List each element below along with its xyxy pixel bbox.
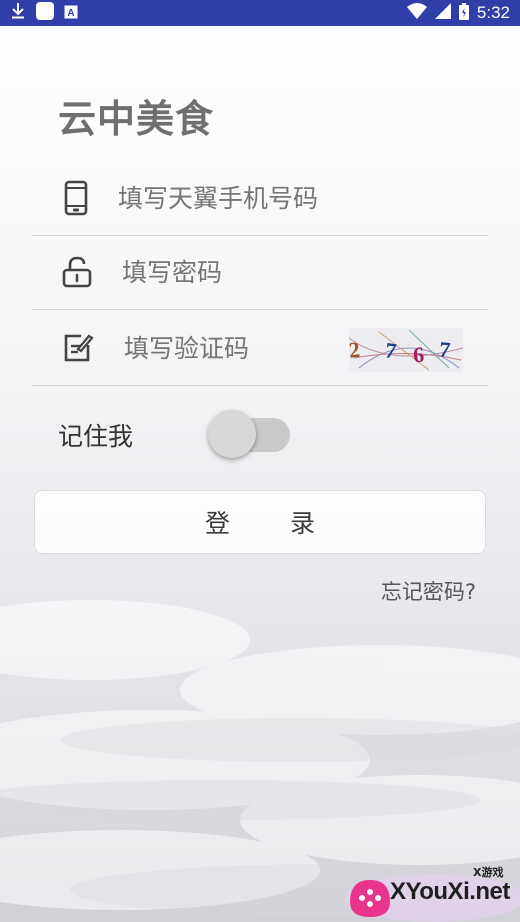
svg-text:6: 6 <box>412 342 425 368</box>
captcha-graphic: 2 7 6 7 <box>349 328 463 372</box>
login-button[interactable]: 登 录 <box>34 490 486 554</box>
app-title: 云中美食 <box>58 97 215 141</box>
password-row <box>32 236 488 310</box>
app-a-icon: A <box>64 4 78 23</box>
edit-icon <box>62 332 94 364</box>
watermark-brand: XYouXi.net <box>390 878 510 905</box>
wifi-icon <box>406 3 427 23</box>
download-icon <box>10 2 26 24</box>
captcha-row: 2 7 6 7 <box>32 312 488 386</box>
forgot-password-link[interactable]: 忘记密码? <box>381 576 476 606</box>
toggle-thumb <box>208 410 256 458</box>
watermark: X游戏 XYouXi.net <box>340 862 520 922</box>
remember-me-toggle[interactable] <box>208 408 292 460</box>
phone-input[interactable] <box>118 180 448 216</box>
status-bar: A 5:32 <box>0 0 520 26</box>
status-time: 5:32 <box>476 3 510 22</box>
unlock-icon <box>62 256 92 288</box>
battery-icon <box>458 2 469 24</box>
phone-row <box>32 162 488 236</box>
captcha-input[interactable] <box>124 330 334 366</box>
captcha-image[interactable]: 2 7 6 7 <box>349 328 463 372</box>
phone-icon <box>64 180 88 216</box>
password-input[interactable] <box>122 254 452 290</box>
remember-me-label: 记住我 <box>58 422 134 451</box>
notification-square-icon <box>36 2 54 24</box>
svg-text:A: A <box>67 8 74 19</box>
signal-icon <box>434 3 451 23</box>
